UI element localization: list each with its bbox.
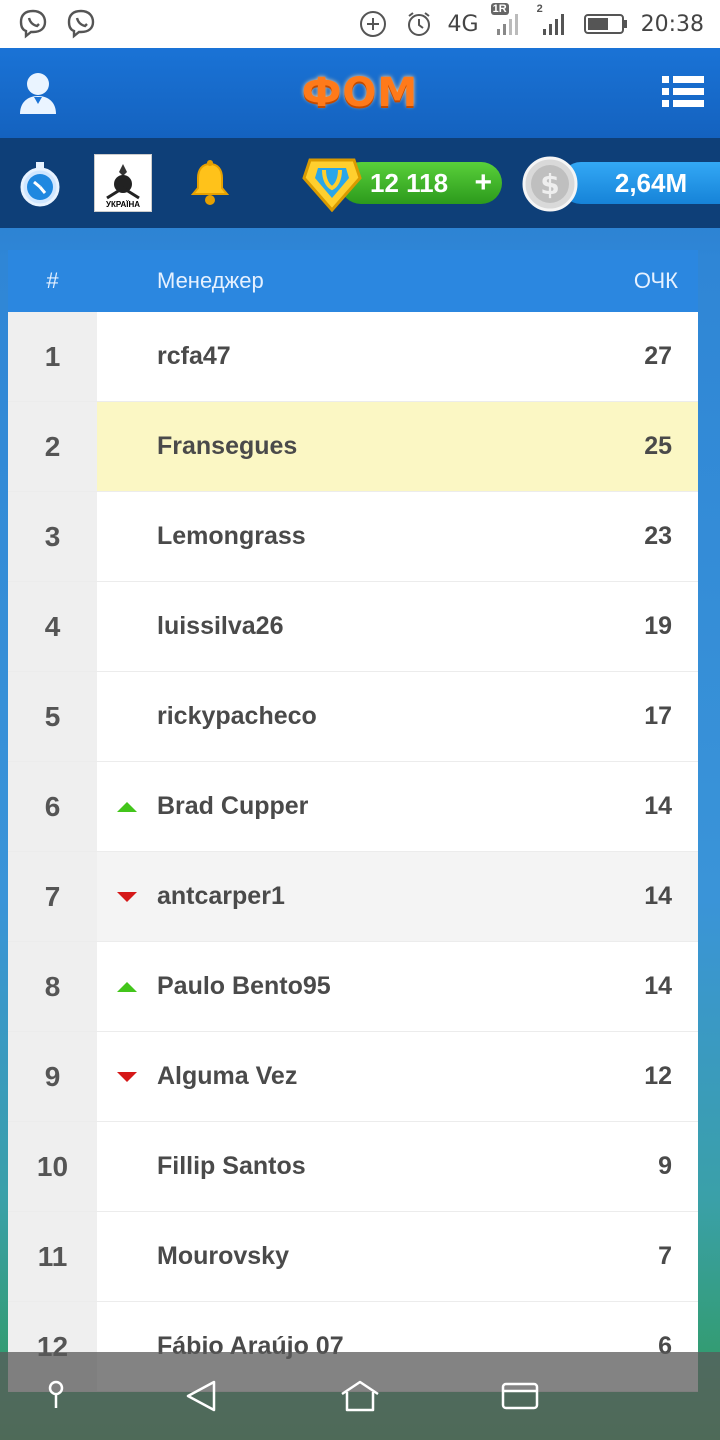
trend-down-icon (97, 1071, 157, 1082)
viber-icon (16, 7, 50, 41)
add-gems-button[interactable]: + (474, 166, 492, 200)
svg-text:$: $ (540, 168, 559, 201)
system-nav-bar (0, 1352, 720, 1440)
row-rank: 9 (8, 1032, 97, 1121)
home-icon[interactable] (340, 1378, 380, 1414)
table-row[interactable]: 4 luissilva26 19 (8, 582, 698, 672)
table-row[interactable]: 9 Alguma Vez 12 (8, 1032, 698, 1122)
bell-icon[interactable] (186, 158, 234, 208)
manager-name: Brad Cupper (157, 792, 309, 820)
row-rank: 5 (8, 672, 97, 761)
row-rank: 11 (8, 1212, 97, 1301)
manager-name: Paulo Bento95 (157, 972, 331, 1000)
club-crest[interactable]: УКРАЇНА (94, 154, 152, 212)
row-points: 7 (658, 1242, 672, 1270)
trend-up-icon (97, 801, 157, 812)
column-header-points[interactable]: ОЧК (634, 268, 698, 294)
alarm-icon (402, 7, 436, 41)
row-rank: 7 (8, 852, 97, 941)
status-right-icons: 4G 1R 2 20:38 (356, 3, 704, 41)
row-points: 25 (644, 432, 672, 460)
table-row-selected[interactable]: 7 antcarper1 14 (8, 852, 698, 942)
coins-amount: 2,64M (614, 167, 688, 198)
viber-icon (64, 7, 98, 41)
trend-down-icon (97, 891, 157, 902)
row-points: 23 (644, 522, 672, 550)
status-left-icons (16, 7, 98, 41)
row-rank: 2 (8, 402, 97, 491)
table-row[interactable]: 1 rcfa47 27 (8, 312, 698, 402)
row-rank: 8 (8, 942, 97, 1031)
battery-icon (583, 7, 629, 41)
status-time: 20:38 (640, 11, 704, 37)
table-row[interactable]: 10 Fillip Santos 9 (8, 1122, 698, 1212)
sim1-badge: 1R (490, 3, 509, 15)
column-header-manager[interactable]: Менеджер (97, 268, 634, 294)
table-row[interactable]: 3 Lemongrass 23 (8, 492, 698, 582)
stopwatch-icon[interactable] (16, 160, 64, 208)
row-rank: 4 (8, 582, 97, 671)
dollar-coin-icon: $ (522, 156, 578, 212)
row-points: 17 (644, 702, 672, 730)
app-logo: ФОМ (301, 70, 419, 116)
manager-name: luissilva26 (157, 612, 284, 640)
row-points: 14 (644, 792, 672, 820)
table-row-highlighted[interactable]: 2 Fransegues 25 (8, 402, 698, 492)
standings-table: # Менеджер ОЧК 1 rcfa47 27 2 Fransegues … (8, 250, 698, 1392)
manager-name: antcarper1 (157, 882, 285, 910)
table-row[interactable]: 8 Paulo Bento95 14 (8, 942, 698, 1032)
manager-name: Alguma Vez (157, 1062, 298, 1090)
row-points: 14 (644, 972, 672, 1000)
recents-icon[interactable] (500, 1378, 540, 1414)
manager-name: Fransegues (157, 432, 298, 460)
add-circle-icon (356, 7, 390, 41)
signal-icon: 1R (490, 3, 525, 41)
table-row[interactable]: 6 Brad Cupper 14 (8, 762, 698, 852)
pin-icon[interactable] (36, 1378, 76, 1414)
crest-label: УКРАЇНА (105, 200, 141, 209)
trend-up-icon (97, 981, 157, 992)
table-row[interactable]: 11 Mourovsky 7 (8, 1212, 698, 1302)
app-header: ФОМ (0, 48, 720, 138)
row-points: 9 (658, 1152, 672, 1180)
manager-name: Lemongrass (157, 522, 306, 550)
sim2-badge: 2 (536, 3, 543, 15)
status-bar: 4G 1R 2 20:38 (0, 0, 720, 48)
row-points: 27 (644, 342, 672, 370)
manager-name: rcfa47 (157, 342, 231, 370)
row-points: 14 (644, 882, 672, 910)
coins-balance[interactable]: 2,64M (560, 162, 720, 204)
user-icon[interactable] (18, 70, 58, 116)
manager-name: rickypacheco (157, 702, 317, 730)
network-type: 4G (447, 11, 479, 37)
row-points: 12 (644, 1062, 672, 1090)
gem-icon (302, 154, 362, 213)
row-rank: 6 (8, 762, 97, 851)
signal-icon: 2 (537, 3, 571, 41)
table-row[interactable]: 5 rickypacheco 17 (8, 672, 698, 762)
row-rank: 3 (8, 492, 97, 581)
row-rank: 1 (8, 312, 97, 401)
gems-amount: 12 118 (370, 167, 449, 198)
row-points: 19 (644, 612, 672, 640)
column-header-rank[interactable]: # (8, 268, 97, 294)
table-header: # Менеджер ОЧК (8, 250, 698, 312)
back-icon[interactable] (182, 1378, 222, 1414)
row-rank: 10 (8, 1122, 97, 1211)
manager-name: Mourovsky (157, 1242, 289, 1270)
gems-balance[interactable]: 12 118 + (340, 162, 502, 204)
manager-name: Fillip Santos (157, 1152, 306, 1180)
menu-icon[interactable] (662, 74, 704, 110)
